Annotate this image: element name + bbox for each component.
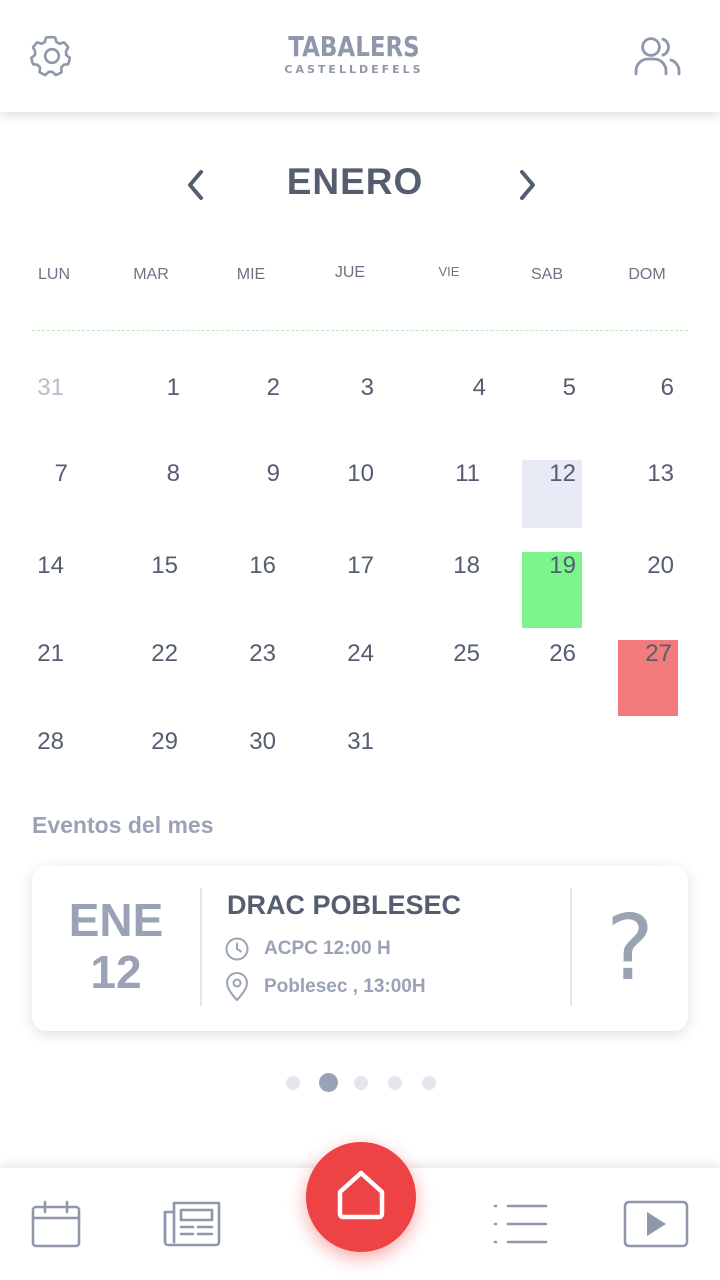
tab-list[interactable] — [488, 1196, 552, 1256]
calendar-day[interactable]: 14 — [10, 552, 70, 620]
calendar-day[interactable]: 30 — [222, 728, 282, 796]
pagination-dot[interactable] — [286, 1076, 300, 1090]
event-time: ACPC 12:00 H — [222, 934, 391, 964]
calendar-day-event-grey[interactable]: 12 — [522, 460, 582, 528]
pagination-dot[interactable] — [422, 1076, 436, 1090]
previous-month-button[interactable] — [174, 165, 218, 209]
calendar-day[interactable]: 9 — [226, 460, 286, 528]
calendar-day[interactable]: 3 — [320, 374, 380, 442]
weekday-divider — [32, 330, 688, 331]
event-date: ENE 12 — [32, 894, 200, 998]
calendar-day[interactable]: 16 — [222, 552, 282, 620]
calendar-day[interactable]: 23 — [222, 640, 282, 708]
weekday-dom: DOM — [628, 266, 666, 283]
calendar-day[interactable]: 24 — [320, 640, 380, 708]
list-icon — [492, 1202, 548, 1251]
calendar-day[interactable]: 20 — [620, 552, 680, 620]
calendar-day[interactable]: 1 — [126, 374, 186, 442]
calendar-icon — [30, 1199, 82, 1254]
event-card[interactable]: ENE 12 DRAC POBLESEC ACPC 12:00 H Pobles… — [32, 866, 688, 1031]
app-header: TABALERS CASTELLDEFELS — [0, 0, 720, 112]
weekday-mar: MAR — [133, 266, 169, 283]
home-icon — [334, 1168, 388, 1227]
calendar-day-event-green[interactable]: 19 — [522, 552, 582, 628]
clock-icon — [222, 934, 252, 964]
calendar-day[interactable]: 2 — [226, 374, 286, 442]
event-title: DRAC POBLESEC — [227, 890, 462, 920]
play-icon — [623, 1200, 689, 1253]
calendar-day[interactable]: 28 — [10, 728, 70, 796]
event-time-text: ACPC 12:00 H — [264, 938, 391, 959]
weekday-lun: LUN — [37, 266, 70, 283]
calendar-day[interactable]: 22 — [124, 640, 184, 708]
calendar-day[interactable]: 8 — [126, 460, 186, 528]
users-icon — [632, 32, 684, 85]
calendar-day[interactable]: 11 — [426, 460, 486, 528]
chevron-left-icon — [186, 169, 206, 206]
event-day: 12 — [90, 946, 142, 998]
calendar-day[interactable]: 6 — [620, 374, 680, 442]
next-month-button[interactable] — [505, 165, 549, 209]
month-title: ENERO — [286, 161, 424, 202]
calendar-day[interactable]: 29 — [124, 728, 184, 796]
calendar-day[interactable]: 25 — [426, 640, 486, 708]
logo-subtitle: CASTELLDEFELS — [284, 63, 424, 76]
calendar-day[interactable]: 7 — [14, 460, 74, 528]
events-section-title: Eventos del mes — [32, 812, 214, 838]
calendar-day[interactable]: 10 — [320, 460, 380, 528]
app-logo: TABALERS CASTELLDEFELS — [250, 30, 458, 76]
calendar-day[interactable]: 31 — [10, 374, 70, 442]
calendar-day[interactable]: 13 — [620, 460, 680, 528]
calendar-day[interactable]: 21 — [10, 640, 70, 708]
event-pagination — [0, 1072, 720, 1092]
tab-video[interactable] — [623, 1196, 689, 1256]
weekday-mie: MIE — [236, 266, 266, 283]
pagination-dot[interactable] — [388, 1076, 402, 1090]
tab-news[interactable] — [160, 1196, 224, 1256]
weekday-vie: VIE — [438, 264, 460, 279]
calendar-day[interactable]: 26 — [522, 640, 582, 708]
news-icon — [162, 1200, 222, 1253]
event-place-text: Poblesec , 13:00H — [264, 976, 426, 997]
month-navigation: ENERO — [0, 155, 720, 215]
home-button[interactable] — [306, 1142, 416, 1252]
pagination-dot-active[interactable] — [319, 1073, 338, 1092]
calendar-day[interactable]: 18 — [426, 552, 486, 620]
chevron-right-icon — [517, 169, 537, 206]
gear-icon — [28, 32, 76, 85]
event-month: ENE — [68, 894, 164, 946]
event-divider — [200, 888, 202, 1006]
logo-title: TABALERS — [288, 30, 420, 63]
map-pin-icon — [222, 972, 252, 1002]
weekday-jue: JUE — [334, 264, 366, 281]
calendar-day[interactable]: 4 — [432, 374, 492, 442]
event-attendance-status[interactable]: ? — [572, 894, 688, 1004]
event-place: Poblesec , 13:00H — [222, 972, 426, 1002]
calendar-day-event-red[interactable]: 27 — [618, 640, 678, 716]
tab-calendar[interactable] — [24, 1196, 88, 1256]
pagination-dot[interactable] — [354, 1076, 368, 1090]
calendar-day[interactable]: 31 — [320, 728, 380, 796]
calendar-day[interactable]: 17 — [320, 552, 380, 620]
settings-button[interactable] — [24, 30, 80, 86]
users-button[interactable] — [630, 30, 686, 86]
calendar-day[interactable]: 15 — [124, 552, 184, 620]
weekday-sab: SAB — [530, 266, 563, 283]
calendar-day[interactable]: 5 — [522, 374, 582, 442]
